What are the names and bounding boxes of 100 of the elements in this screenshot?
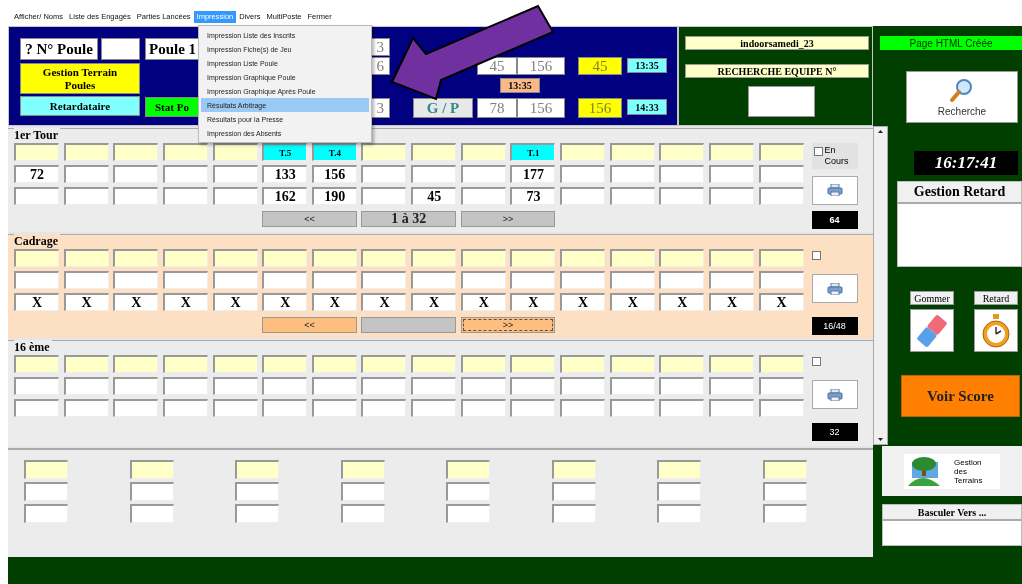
clock: 16:17:41 — [914, 151, 1018, 175]
grid-cell — [758, 399, 804, 417]
grid-cell: 133 — [262, 165, 308, 183]
scroll-up-icon[interactable] — [878, 130, 883, 133]
grid-cell — [14, 377, 59, 395]
eraser-icon — [915, 312, 949, 349]
score-field: 156 — [517, 98, 565, 118]
competition-name: indoorsamedi_23 — [685, 36, 869, 50]
score-field: 156 — [517, 57, 565, 75]
team-number-field[interactable] — [748, 86, 815, 117]
grid-cell — [659, 165, 705, 183]
grid-cell — [460, 187, 506, 205]
next-button[interactable]: >> — [460, 211, 556, 227]
checkbox[interactable] — [811, 251, 821, 260]
terrains-button[interactable]: Gestion des Terrains — [904, 453, 1000, 489]
checkbox[interactable] — [813, 147, 823, 156]
grid-cell — [510, 399, 556, 417]
grid-cell — [762, 482, 807, 501]
next-button[interactable]: >> — [460, 317, 556, 333]
tool-button[interactable] — [910, 309, 954, 352]
grid-cell — [235, 504, 279, 523]
poule-label: ? N° Poule — [20, 38, 98, 60]
grid-cell — [762, 504, 807, 523]
range-label: 1 à 32 — [361, 211, 457, 227]
printer-icon — [826, 388, 843, 401]
poule-number-field[interactable] — [101, 38, 140, 60]
grid-cell: 190 — [311, 187, 357, 205]
search-button[interactable]: Recherche — [906, 71, 1018, 123]
grid-cell — [235, 482, 279, 501]
grid-cell — [212, 165, 258, 183]
grid-cell: X — [609, 293, 655, 311]
previous-button[interactable]: << — [262, 211, 357, 227]
grid-cell — [361, 399, 407, 417]
count-label: 64 — [811, 211, 858, 229]
grid-cell: X — [510, 293, 556, 311]
gestion-terrain-button[interactable]: Gestion Terrain Poules — [20, 63, 140, 94]
grid-cell — [212, 399, 258, 417]
time-label: 13:35 — [500, 78, 540, 93]
printer-icon — [826, 184, 843, 196]
grid-cell — [659, 377, 705, 395]
grid-cell — [510, 271, 556, 289]
score-button[interactable]: Voir Score — [901, 375, 1020, 417]
scrollbar[interactable] — [873, 126, 888, 445]
grid-cell — [708, 377, 754, 395]
grid-cell — [162, 377, 208, 395]
grid-cell — [162, 399, 208, 417]
grid-cell — [560, 165, 606, 183]
grid-cell — [657, 504, 701, 523]
grid-cell — [659, 399, 705, 417]
print-button[interactable] — [811, 274, 858, 303]
previous-button[interactable]: << — [262, 317, 357, 333]
print-button[interactable] — [811, 380, 858, 409]
grid-cell: X — [14, 293, 59, 311]
checkbox[interactable] — [811, 357, 821, 366]
grid-cell — [361, 377, 407, 395]
grid-cell — [113, 271, 159, 289]
grid-cell — [758, 187, 804, 205]
retardataire-button[interactable]: Retardataire — [20, 96, 140, 116]
grid-cell — [113, 377, 159, 395]
grid-cell — [311, 271, 357, 289]
grid-cell — [361, 165, 407, 183]
score-field: 78 — [477, 98, 517, 118]
grid-cell — [609, 187, 655, 205]
print-button[interactable] — [811, 175, 858, 205]
grid-cell — [63, 399, 109, 417]
tool-button[interactable] — [974, 309, 1018, 352]
grid-cell — [560, 399, 606, 417]
grid-cell — [708, 187, 754, 205]
grid-cell — [460, 271, 506, 289]
grid-cell: X — [113, 293, 159, 311]
grid-cell — [708, 165, 754, 183]
grid-cell — [262, 271, 308, 289]
grid-cell — [129, 504, 174, 523]
grid-cell — [609, 399, 655, 417]
grid-cell: 73 — [510, 187, 556, 205]
section-title: 16 ème — [14, 340, 52, 354]
grid-cell — [361, 187, 407, 205]
grid-cell — [162, 271, 208, 289]
section-title: Cadrage — [14, 234, 60, 248]
grid-cell — [460, 165, 506, 183]
printer-icon — [826, 282, 843, 295]
grid-cell — [63, 165, 109, 183]
scroll-down-icon[interactable] — [878, 438, 883, 441]
grid-cell — [551, 504, 596, 523]
grid-cell — [460, 377, 506, 395]
grid-cell — [560, 271, 606, 289]
panel-title: Basculer Vers ... — [883, 505, 1021, 521]
search-icon — [950, 77, 974, 102]
grid-cell: X — [411, 293, 457, 311]
grid-cell — [262, 399, 308, 417]
grid-cell — [411, 377, 457, 395]
time-label: 14:33 — [627, 99, 667, 115]
grid-cell: X — [63, 293, 109, 311]
stat-button[interactable]: Stat Po — [145, 97, 200, 117]
grid-cell: X — [708, 293, 754, 311]
grid-cell — [708, 271, 754, 289]
grid-cell — [446, 504, 490, 523]
grid-cell — [758, 377, 804, 395]
grid-cell — [212, 377, 258, 395]
grid-cell — [361, 271, 407, 289]
